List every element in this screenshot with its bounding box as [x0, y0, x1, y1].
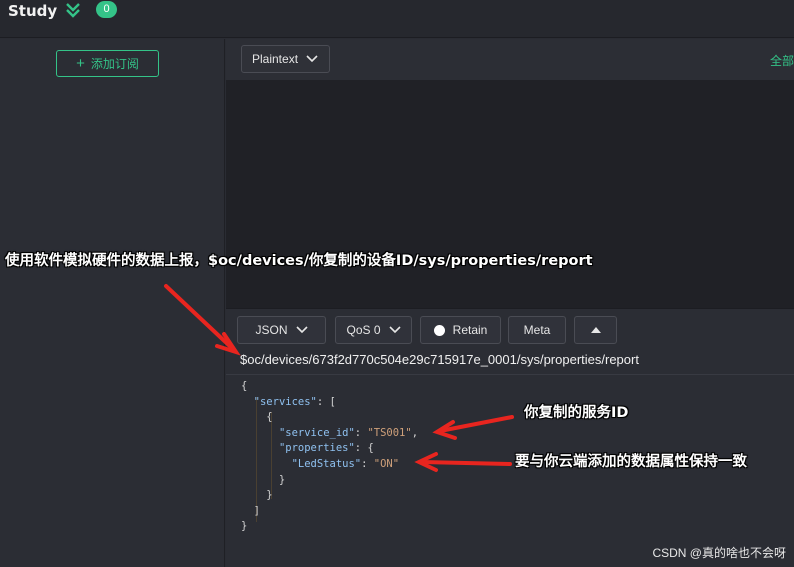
message-count-badge: 0: [96, 1, 117, 18]
chevron-down-icon: [295, 326, 308, 334]
qos-value: QoS 0: [346, 323, 381, 337]
publish-topic-input[interactable]: $oc/devices/673f2d770c504e29c715917e_000…: [226, 350, 794, 374]
publish-toolbar: JSON QoS 0 Retain Meta: [226, 308, 794, 350]
all-messages-tab[interactable]: 全部: [770, 52, 794, 69]
payload-format-value: JSON: [255, 323, 288, 337]
service-id-annotation: 你复制的服务ID: [524, 405, 629, 421]
service-id-value: "TS001": [367, 426, 412, 439]
message-list: [226, 80, 794, 308]
top-bar: Study 0: [0, 0, 794, 38]
add-subscription-label: 添加订阅: [90, 57, 139, 71]
subscriptions-sidebar: + 添加订阅: [0, 39, 225, 567]
add-subscription-button[interactable]: + 添加订阅: [56, 50, 159, 77]
connection-title: Study: [8, 2, 58, 20]
retain-label: Retain: [452, 323, 488, 337]
expand-publish-button[interactable]: [574, 316, 617, 344]
double-chevron-down-icon[interactable]: [64, 1, 82, 19]
meta-label: Meta: [523, 323, 551, 337]
property-annotation: 要与你云端添加的数据属性保持一致: [515, 454, 747, 470]
payload-code: { "services": [ { "service_id": "TS001",…: [241, 380, 419, 533]
publish-topic-value: $oc/devices/673f2d770c504e29c715917e_000…: [240, 352, 639, 367]
plus-icon: +: [76, 55, 85, 72]
message-format-value: Plaintext: [252, 52, 299, 66]
csdn-watermark: CSDN @真的啥也不会呀: [652, 546, 786, 560]
chevron-down-icon: [306, 55, 318, 63]
retain-radio-icon: [433, 324, 445, 336]
payload-format-select[interactable]: JSON: [237, 316, 326, 344]
topic-annotation: 使用软件模拟硬件的数据上报，$oc/devices/你复制的设备ID/sys/p…: [5, 253, 593, 269]
properties-key: "properties": [278, 442, 355, 455]
meta-button[interactable]: Meta: [508, 316, 566, 344]
chevron-down-icon: [388, 326, 401, 334]
retain-toggle[interactable]: Retain: [420, 316, 501, 344]
message-toolbar: Plaintext 全部: [226, 39, 794, 80]
services-key: "services": [253, 395, 317, 408]
led-status-key: "LedStatus": [291, 457, 362, 470]
message-format-select[interactable]: Plaintext: [241, 45, 330, 73]
caret-up-icon: [590, 327, 601, 333]
qos-select[interactable]: QoS 0: [335, 316, 412, 344]
led-status-value: "ON": [373, 457, 400, 470]
service-id-key: "service_id": [278, 426, 355, 439]
